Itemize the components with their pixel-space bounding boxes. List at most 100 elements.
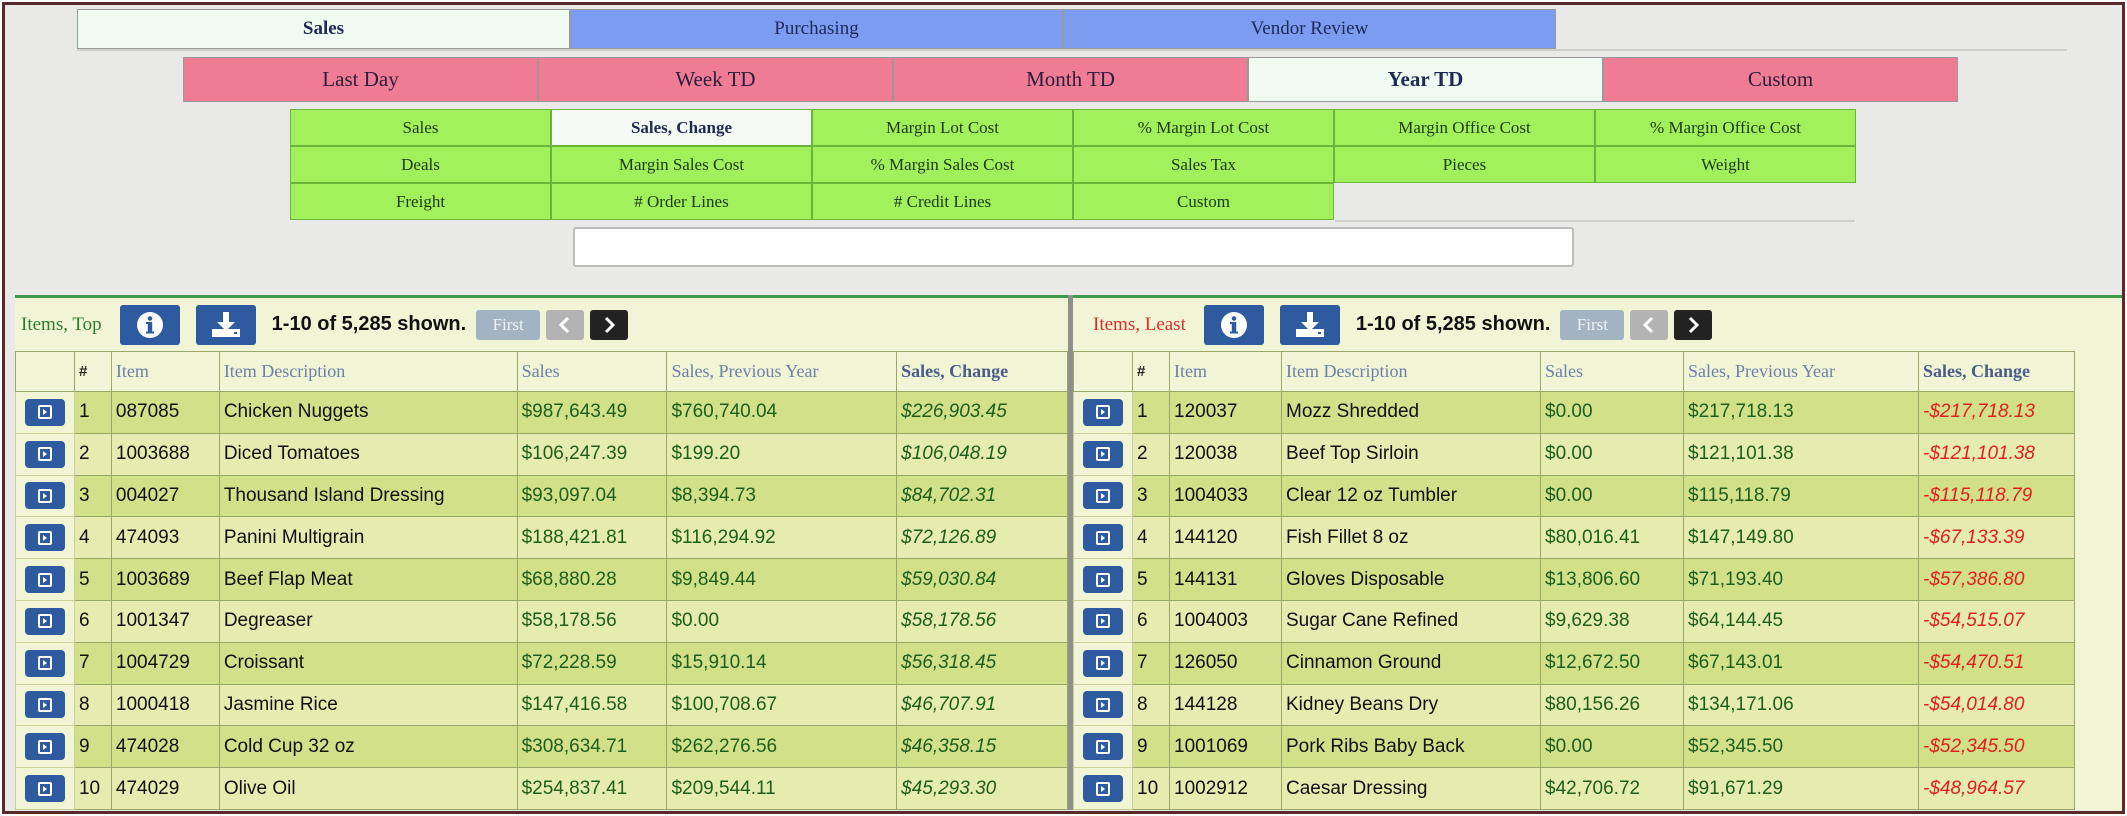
- column-header-sales-previous-year[interactable]: Sales, Previous Year: [666, 351, 898, 392]
- expand-row-button[interactable]: [24, 649, 65, 677]
- row-action-cell: [15, 474, 75, 518]
- info-button[interactable]: [119, 304, 180, 345]
- next-page-button[interactable]: [590, 309, 629, 340]
- expand-row-button[interactable]: [1083, 398, 1123, 426]
- column-header-sales-change[interactable]: Sales, Change: [896, 351, 1068, 392]
- first-page-button[interactable]: First: [476, 309, 541, 340]
- table-row[interactable]: 2 120038 Beef Top Sirloin $0.00 $121,101.38-…: [1073, 432, 2075, 476]
- expand-row-button[interactable]: [24, 733, 65, 761]
- sales-previous-year: $262,276.56: [666, 725, 898, 769]
- table-row[interactable]: 6 1004003 Sugar Cane Refined $9,629.38 $64,1…: [1073, 599, 2075, 643]
- metric-tab-margin-lot-cost[interactable]: % Margin Lot Cost: [1073, 109, 1334, 146]
- metric-tab-margin-sales-cost[interactable]: Margin Sales Cost: [551, 146, 812, 183]
- metric-tab-sales-change[interactable]: Sales, Change: [551, 109, 812, 146]
- sales-value: $80,156.26: [1540, 683, 1684, 727]
- next-page-button[interactable]: [1674, 309, 1713, 340]
- table-row[interactable]: 7 1004729 Croissant $72,228.59 $15,910.14 $56…: [15, 641, 1068, 685]
- table-row[interactable]: 9 1001069 Pork Ribs Baby Back $0.00 $52,345.…: [1073, 725, 2075, 769]
- expand-row-button[interactable]: [24, 691, 65, 719]
- table-row[interactable]: 3 004027 Thousand Island Dressing $93,097.0…: [15, 474, 1068, 518]
- expand-row-button[interactable]: [1083, 733, 1123, 761]
- table-row[interactable]: 7 126050 Cinnamon Ground $12,672.50 $67,143.…: [1073, 641, 2075, 685]
- expand-row-button[interactable]: [24, 440, 65, 468]
- expand-row-button[interactable]: [1083, 649, 1123, 677]
- table-row[interactable]: 6 1001347 Degreaser $58,178.56 $0.00 $58,178.…: [15, 599, 1068, 643]
- tab-purchasing[interactable]: Purchasing: [570, 9, 1063, 49]
- metric-tab-deals[interactable]: Deals: [290, 146, 551, 183]
- table-row[interactable]: 2 1003688 Diced Tomatoes $106,247.39 $199.20…: [15, 432, 1068, 476]
- period-tab-year-td[interactable]: Year TD: [1248, 57, 1603, 102]
- expand-row-button[interactable]: [24, 398, 65, 426]
- main-tab-bar: Sales Purchasing Vendor Review: [77, 9, 1556, 49]
- period-tab-custom[interactable]: Custom: [1603, 57, 1958, 102]
- table-row[interactable]: 8 144128 Kidney Beans Dry $80,156.26 $134,17…: [1073, 683, 2075, 727]
- table-row[interactable]: 5 1003689 Beef Flap Meat $68,880.28 $9,849.4…: [15, 558, 1068, 601]
- table-row[interactable]: 1 120037 Mozz Shredded $0.00 $217,718.13 -$21…: [1073, 391, 2075, 434]
- column-header-item-description[interactable]: Item Description: [1281, 351, 1541, 392]
- expand-row-button[interactable]: [1083, 524, 1123, 552]
- expand-row-button[interactable]: [24, 607, 65, 635]
- items-least-panel: Items, Least 1-10 of 5,285 shown. First …: [1073, 295, 2122, 810]
- metric-tab-custom[interactable]: Custom: [1073, 183, 1334, 220]
- download-button[interactable]: [195, 304, 256, 345]
- table-row[interactable]: 3 1004033 Clear 12 oz Tumbler $0.00 $115,118…: [1073, 474, 2075, 518]
- expand-row-button[interactable]: [24, 524, 65, 552]
- expand-row-button[interactable]: [24, 482, 65, 510]
- download-button[interactable]: [1279, 304, 1340, 345]
- prev-page-button[interactable]: [1630, 309, 1669, 340]
- table-row[interactable]: 10 1002912 Caesar Dressing $42,706.72 $91,67…: [1073, 767, 2075, 810]
- expand-row-button[interactable]: [1083, 566, 1123, 594]
- table-row[interactable]: 9 474028 Cold Cup 32 oz $308,634.71 $262,276…: [15, 725, 1068, 769]
- period-tab-month-td[interactable]: Month TD: [893, 57, 1248, 102]
- expand-row-button[interactable]: [1083, 440, 1123, 468]
- metric-tab-sales[interactable]: Sales: [290, 109, 551, 146]
- column-header-sales[interactable]: Sales: [516, 351, 668, 392]
- period-tab-last-day[interactable]: Last Day: [183, 57, 538, 102]
- expand-row-button[interactable]: [24, 775, 65, 803]
- tab-vendor-review[interactable]: Vendor Review: [1063, 9, 1556, 49]
- table-row[interactable]: 1 087085 Chicken Nuggets $987,643.49 $760,74…: [15, 391, 1068, 434]
- prev-page-button[interactable]: [546, 309, 585, 340]
- metric-tab-sales-tax[interactable]: Sales Tax: [1073, 146, 1334, 183]
- column-header-number[interactable]: #: [73, 351, 112, 392]
- metric-tab-margin-sales-cost[interactable]: % Margin Sales Cost: [812, 146, 1073, 183]
- info-button[interactable]: [1203, 304, 1264, 345]
- expand-row-button[interactable]: [1083, 607, 1123, 635]
- expand-row-button[interactable]: [1083, 691, 1123, 719]
- column-header-number[interactable]: #: [1132, 351, 1170, 392]
- table-row[interactable]: 8 1000418 Jasmine Rice $147,416.58 $100,708.…: [15, 683, 1068, 727]
- column-header-item[interactable]: Item: [1169, 351, 1282, 392]
- row-number: 7: [1132, 641, 1170, 685]
- column-header-sales-change[interactable]: Sales, Change: [1918, 351, 2075, 392]
- metric-tab-margin-lot-cost[interactable]: Margin Lot Cost: [812, 109, 1073, 146]
- expand-row-button[interactable]: [1083, 482, 1123, 510]
- sales-value: $72,228.59: [516, 641, 668, 685]
- metric-tab-order-lines[interactable]: # Order Lines: [551, 183, 812, 220]
- column-header-item[interactable]: Item: [110, 351, 220, 392]
- metric-tab-margin-office-cost[interactable]: Margin Office Cost: [1334, 109, 1595, 146]
- row-action-header: [15, 351, 75, 392]
- expand-row-button[interactable]: [24, 566, 65, 594]
- filter-input[interactable]: [573, 227, 1574, 267]
- table-row[interactable]: 4 144120 Fish Fillet 8 oz $80,016.41 $147,14…: [1073, 516, 2075, 560]
- item-code: 1003689: [110, 558, 220, 601]
- metric-tab-grid: Sales Sales, Change Margin Lot Cost% Margi…: [290, 109, 1856, 220]
- tab-sales[interactable]: Sales: [77, 9, 570, 49]
- metric-tab-weight[interactable]: Weight: [1595, 146, 1856, 183]
- column-header-sales[interactable]: Sales: [1540, 351, 1684, 392]
- metric-tab-pieces[interactable]: Pieces: [1334, 146, 1595, 183]
- period-tab-week-td[interactable]: Week TD: [538, 57, 893, 102]
- table-row[interactable]: 5 144131 Gloves Disposable $13,806.60 $71,19…: [1073, 558, 2075, 601]
- table-row[interactable]: 4 474093 Panini Multigrain $188,421.81 $116,…: [15, 516, 1068, 560]
- table-row[interactable]: 10 474029 Olive Oil $254,837.41 $209,544.11 $…: [15, 767, 1068, 810]
- row-number: 5: [73, 558, 112, 601]
- sales-value: $987,643.49: [516, 391, 668, 434]
- metric-tab-credit-lines[interactable]: # Credit Lines: [812, 183, 1073, 220]
- column-header-item-description[interactable]: Item Description: [218, 351, 518, 392]
- expand-row-button[interactable]: [1083, 775, 1123, 803]
- item-description: Mozz Shredded: [1281, 391, 1541, 434]
- metric-tab-margin-office-cost[interactable]: % Margin Office Cost: [1595, 109, 1856, 146]
- column-header-sales-previous-year[interactable]: Sales, Previous Year: [1683, 351, 1919, 392]
- metric-tab-freight[interactable]: Freight: [290, 183, 551, 220]
- first-page-button[interactable]: First: [1560, 309, 1625, 340]
